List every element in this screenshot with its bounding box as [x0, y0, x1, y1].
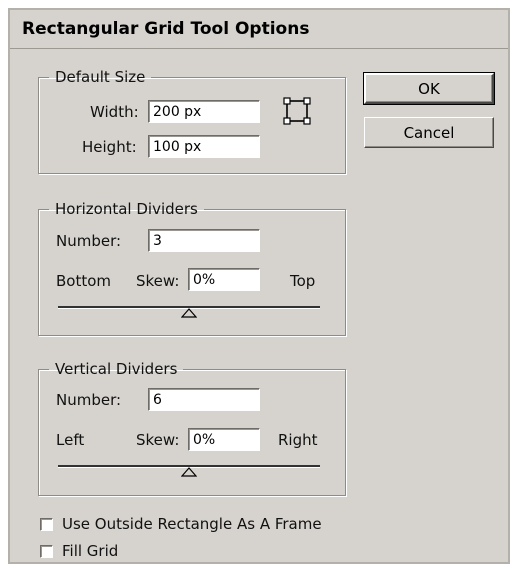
- use-outside-rectangle-checkbox[interactable]: [40, 518, 53, 531]
- fill-grid-checkbox[interactable]: [40, 545, 53, 558]
- horizontal-number-field[interactable]: [148, 229, 260, 252]
- vertical-number-label: Number:: [56, 391, 122, 409]
- ok-button-label: OK: [418, 79, 440, 98]
- width-label: Width:: [90, 103, 139, 121]
- title-bar[interactable]: Rectangular Grid Tool Options: [10, 10, 508, 49]
- horizontal-number-label: Number:: [56, 232, 122, 250]
- use-outside-rectangle-label[interactable]: Use Outside Rectangle As A Frame: [62, 515, 322, 533]
- height-label: Height:: [82, 138, 137, 156]
- horizontal-skew-label: Skew:: [136, 272, 180, 290]
- horizontal-skew-thumb[interactable]: [181, 308, 197, 318]
- vertical-skew-field[interactable]: [188, 428, 260, 451]
- dialog-title: Rectangular Grid Tool Options: [22, 19, 310, 39]
- horizontal-bottom-label: Bottom: [56, 272, 112, 290]
- cancel-button[interactable]: Cancel: [364, 117, 494, 148]
- horizontal-dividers-legend: Horizontal Dividers: [55, 200, 198, 218]
- vertical-skew-thumb[interactable]: [181, 467, 197, 477]
- cancel-button-label: Cancel: [403, 123, 455, 142]
- vertical-skew-label: Skew:: [136, 431, 180, 449]
- reference-point-icon[interactable]: [282, 96, 312, 126]
- vertical-dividers-legend: Vertical Dividers: [55, 360, 178, 378]
- rectangular-grid-options-dialog: Rectangular Grid Tool Options Default Si…: [8, 8, 510, 564]
- fill-grid-label[interactable]: Fill Grid: [62, 542, 118, 560]
- ok-button[interactable]: OK: [363, 72, 495, 105]
- default-size-legend: Default Size: [55, 68, 146, 86]
- height-field[interactable]: [148, 135, 260, 158]
- horizontal-top-label: Top: [290, 272, 316, 290]
- vertical-right-label: Right: [278, 431, 318, 449]
- vertical-number-field[interactable]: [148, 388, 260, 411]
- horizontal-skew-field[interactable]: [188, 268, 260, 291]
- width-field[interactable]: [148, 100, 260, 123]
- vertical-left-label: Left: [56, 431, 85, 449]
